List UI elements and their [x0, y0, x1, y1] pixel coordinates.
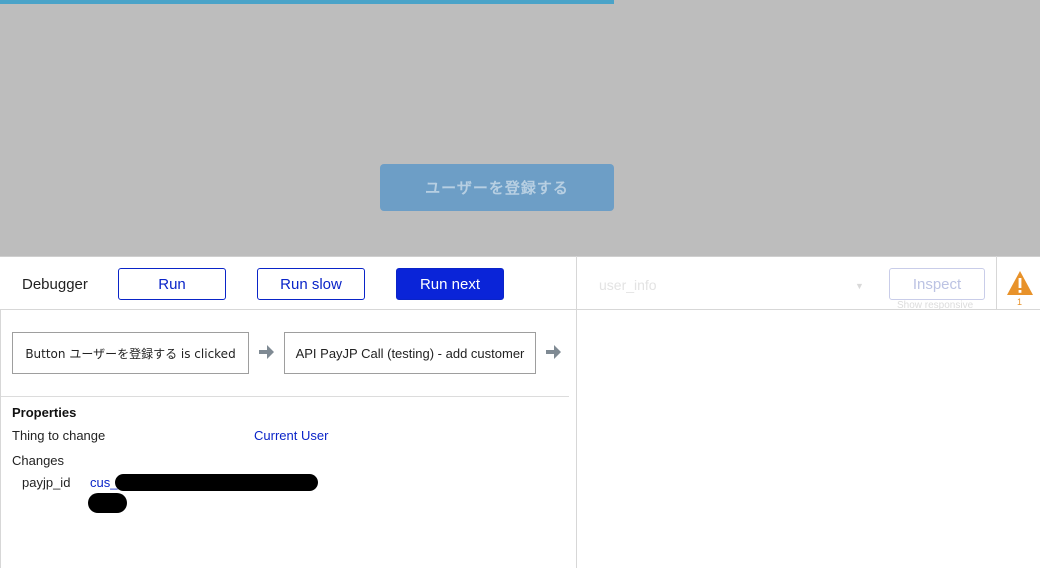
show-responsive-link[interactable]: Show responsive — [897, 300, 973, 311]
thing-to-change-value: Current User — [254, 428, 329, 443]
divider — [996, 256, 997, 310]
arrow-right-icon — [259, 345, 274, 359]
panel-divider — [576, 256, 577, 568]
debugger-title: Debugger — [22, 276, 88, 293]
change-field-name: payjp_id — [22, 475, 71, 490]
thing-to-change-label: Thing to change — [12, 428, 106, 443]
workflow-step-action[interactable]: API PayJP Call (testing) - add customer — [284, 332, 536, 374]
chevron-down-icon[interactable]: ▼ — [855, 281, 864, 291]
element-select[interactable]: user_info — [599, 277, 657, 293]
properties-heading: Properties — [12, 405, 77, 420]
run-slow-button[interactable]: Run slow — [257, 268, 365, 300]
redaction-mark — [88, 493, 127, 513]
arrow-right-icon[interactable] — [544, 342, 562, 362]
panel-border — [0, 310, 1, 568]
run-next-button[interactable]: Run next — [396, 268, 504, 300]
run-button[interactable]: Run — [118, 268, 226, 300]
warning-count: 1 — [1017, 297, 1023, 307]
redaction-mark — [115, 474, 318, 491]
change-field-value: cus_ — [90, 475, 118, 490]
divider — [1, 396, 569, 397]
workflow-step-trigger[interactable]: Button ユーザーを登録する is clicked — [12, 332, 249, 374]
page-preview: ユーザーを登録する — [0, 0, 1040, 256]
warning-triangle-icon[interactable] — [1006, 270, 1034, 296]
changes-label: Changes — [12, 453, 65, 468]
inspect-button[interactable]: Inspect — [889, 268, 985, 300]
register-user-button[interactable]: ユーザーを登録する — [380, 164, 614, 211]
loading-progress-bar — [0, 0, 614, 4]
